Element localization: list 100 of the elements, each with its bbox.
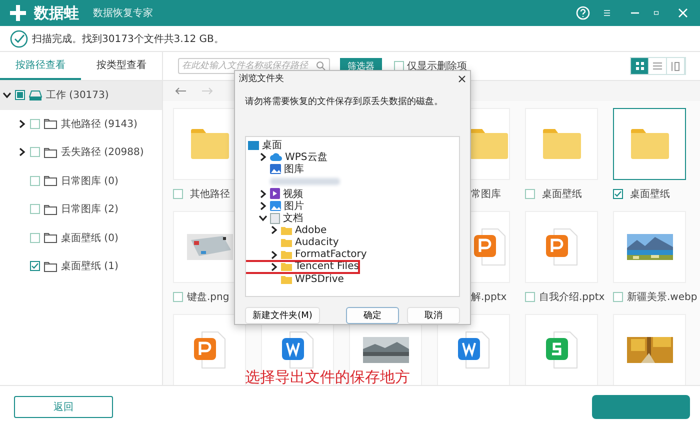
folder-icon: [281, 250, 292, 260]
folder-icon: [44, 232, 57, 244]
folder-item[interactable]: Audacity: [246, 236, 459, 249]
sheet-file-icon: [544, 330, 580, 370]
folder-item[interactable]: 图片: [246, 200, 459, 212]
dialog-message: 请勿将需要恢复的文件保存到原丢失数据的磁盘。: [245, 96, 444, 108]
app-subtitle: 数据恢复专家: [93, 6, 153, 20]
file-name: 解.pptx: [471, 290, 507, 304]
checkbox[interactable]: [613, 292, 623, 302]
tree-item[interactable]: 日常图库 (0): [0, 166, 162, 195]
folder-icon: [190, 129, 228, 159]
tree-item[interactable]: 其他路径 (9143): [0, 110, 162, 138]
cross-logo-icon: [10, 5, 26, 21]
checkbox[interactable]: [30, 232, 40, 243]
close-icon[interactable]: [458, 74, 466, 83]
checkbox[interactable]: [394, 61, 404, 71]
folder-icon: [44, 260, 57, 272]
chevron-down-icon[interactable]: [3, 91, 11, 100]
back-arrow-icon[interactable]: [175, 87, 187, 95]
chevron-right-icon[interactable]: [270, 262, 278, 271]
doc-file-icon: [456, 330, 492, 370]
slides-file-icon: [472, 227, 508, 267]
file-name: 自我介绍.pptx: [539, 290, 605, 304]
slides-file-icon: [192, 330, 228, 370]
folder-icon: [281, 226, 292, 235]
tree-item[interactable]: 桌面壁纸 (1): [0, 252, 162, 280]
checkbox[interactable]: [525, 188, 535, 198]
chevron-right-icon[interactable]: [259, 190, 267, 198]
chevron-right-icon[interactable]: [18, 148, 26, 156]
tree-item[interactable]: 工作 (30173): [0, 81, 162, 110]
checkbox[interactable]: [15, 90, 25, 100]
desktop-icon: [248, 140, 259, 150]
file-name: 键盘.png: [187, 290, 230, 304]
file-name: 桌面壁纸: [542, 188, 582, 200]
file-name: 其他路径: [190, 188, 230, 200]
app-name: 数据蛙: [34, 4, 79, 22]
checkbox-label: 仅显示删除项: [407, 60, 467, 73]
checkbox[interactable]: [30, 261, 40, 272]
chevron-right-icon[interactable]: [259, 202, 267, 210]
doc-file-icon: [280, 330, 316, 370]
folder-item[interactable]: WPSDrive: [246, 272, 459, 286]
chevron-right-icon[interactable]: [270, 226, 278, 234]
drive-icon: [29, 90, 42, 101]
checkbox[interactable]: [173, 188, 183, 198]
list-icon: [653, 62, 662, 70]
gallery-icon: [270, 164, 281, 174]
folder-icon: [281, 262, 292, 272]
annotation-text: 选择导出文件的保存地方: [245, 368, 410, 387]
folder-item[interactable]: 桌面: [246, 138, 459, 152]
folder-item[interactable]: 图库: [246, 163, 459, 176]
folder-icon: [44, 204, 57, 215]
folder-icon: [281, 274, 292, 284]
checkbox[interactable]: [30, 176, 40, 186]
folder-icon: [44, 146, 57, 158]
folder-item[interactable]: 视频: [246, 188, 459, 200]
view-tab[interactable]: 按类型查看: [81, 52, 162, 80]
file-name: 桌面壁纸: [630, 188, 670, 200]
dialog-button[interactable]: 确定: [346, 307, 400, 324]
checkbox[interactable]: [525, 292, 535, 302]
grid-icon: [636, 62, 644, 70]
folder-icon: [44, 175, 57, 186]
chevron-down-icon[interactable]: [259, 214, 267, 222]
tree-item[interactable]: 丢失路径 (20988): [0, 138, 162, 166]
back-button[interactable]: 返回: [14, 396, 113, 418]
file-name: 常图库: [471, 188, 501, 200]
help-icon[interactable]: [576, 6, 590, 20]
checkbox[interactable]: [173, 292, 183, 302]
slides-file-icon: [544, 227, 580, 267]
chevron-right-icon[interactable]: [259, 153, 267, 162]
dialog-button[interactable]: 新建文件夹(M): [245, 307, 320, 324]
highlighted-folder-item[interactable]: Tencent Files: [246, 260, 359, 273]
grid-view-button[interactable]: [631, 58, 649, 74]
chevron-right-icon[interactable]: [18, 120, 26, 128]
checkbox[interactable]: [30, 204, 40, 214]
blurred-item: [270, 178, 340, 186]
folder-icon: [542, 129, 580, 159]
search-icon[interactable]: [316, 61, 326, 71]
tree-item[interactable]: 日常图库 (2): [0, 195, 162, 224]
checkbox[interactable]: [30, 147, 40, 158]
columns-icon: [671, 62, 680, 70]
dialog-title: 浏览文件夹: [239, 72, 284, 86]
check-circle-icon: [10, 30, 28, 48]
folder-item[interactable]: FormatFactory: [246, 248, 459, 261]
folder-item[interactable]: 文档: [246, 212, 459, 224]
image-icon: [270, 200, 281, 211]
checkbox[interactable]: [613, 188, 623, 198]
file-card[interactable]: [613, 108, 686, 180]
folder-item[interactable]: WPS云盘: [246, 151, 459, 164]
dialog-button[interactable]: 取消: [407, 307, 460, 324]
folder-item[interactable]: Adobe: [246, 224, 459, 236]
video-icon: [270, 188, 280, 200]
chevron-right-icon[interactable]: [270, 250, 278, 259]
folder-icon: [281, 238, 292, 247]
tree-item[interactable]: 桌面壁纸 (0): [0, 224, 162, 252]
folder-icon: [470, 129, 508, 159]
file-name: 新疆美景.webp: [627, 290, 698, 304]
cloud-icon: [270, 153, 282, 162]
folder-icon: [630, 129, 668, 159]
scan-status: 扫描完成。找到30173个文件共3.12 GB。: [32, 32, 224, 46]
checkbox[interactable]: [30, 118, 40, 129]
